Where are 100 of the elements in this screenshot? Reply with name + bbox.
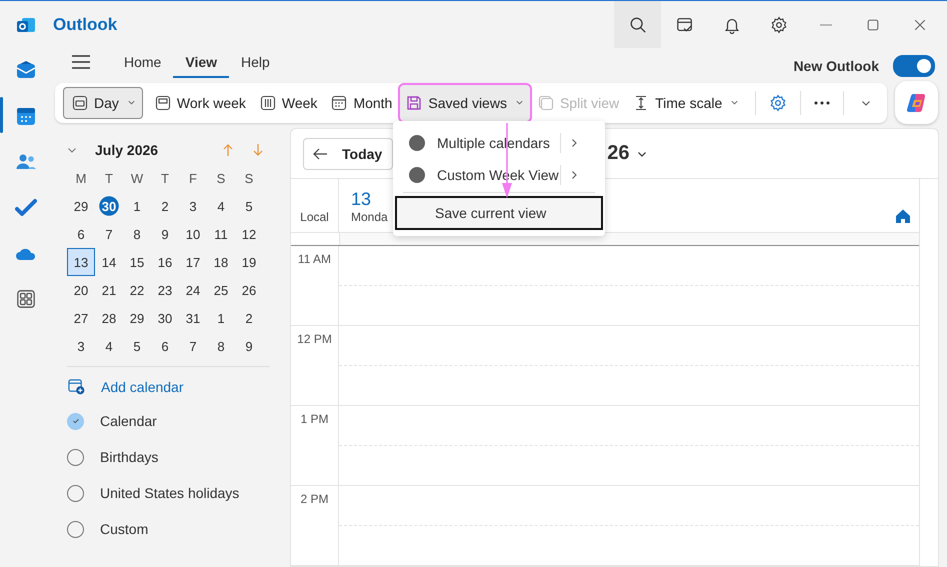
menu-icon[interactable] bbox=[72, 54, 90, 68]
calendar-name[interactable]: Custom bbox=[100, 521, 148, 537]
date-cell[interactable]: 17 bbox=[179, 248, 207, 276]
date-cell[interactable]: 29 bbox=[123, 304, 151, 332]
today-button[interactable]: Today bbox=[303, 138, 394, 170]
dot-icon bbox=[409, 167, 425, 183]
month-title[interactable]: July 2026 bbox=[95, 142, 158, 158]
menu-item[interactable]: Save current view bbox=[395, 196, 603, 230]
copilot-button[interactable] bbox=[895, 81, 938, 124]
day-view-icon bbox=[72, 94, 88, 110]
chevron-right-icon bbox=[569, 138, 579, 148]
calendar-checkbox[interactable] bbox=[67, 412, 84, 430]
calendar-name[interactable]: Calendar bbox=[100, 413, 157, 429]
date-cell[interactable]: 2 bbox=[151, 192, 179, 220]
weekday-label: W bbox=[130, 170, 144, 188]
date-cell[interactable]: 4 bbox=[95, 332, 123, 360]
date-cell[interactable]: 3 bbox=[179, 192, 207, 220]
date-cell[interactable]: 5 bbox=[235, 192, 263, 220]
date-cell[interactable]: 7 bbox=[95, 220, 123, 248]
settings-icon[interactable] bbox=[769, 94, 788, 112]
ribbon-tab[interactable]: Home bbox=[112, 54, 174, 78]
date-cell[interactable]: 20 bbox=[67, 276, 95, 304]
date-cell[interactable]: 26 bbox=[235, 276, 263, 304]
calendar-checkbox[interactable] bbox=[67, 448, 84, 466]
minimize-icon bbox=[820, 24, 832, 26]
date-cell[interactable]: 6 bbox=[151, 332, 179, 360]
date-cell[interactable]: 14 bbox=[95, 248, 123, 276]
split-view-icon bbox=[538, 94, 554, 110]
toolbar-button[interactable]: Day bbox=[63, 86, 143, 118]
calendar-icon[interactable] bbox=[15, 105, 37, 127]
date-cell[interactable]: 9 bbox=[235, 332, 263, 360]
mail-icon[interactable] bbox=[15, 59, 37, 81]
add-calendar-link[interactable]: Add calendar bbox=[101, 378, 184, 394]
apps-icon[interactable] bbox=[16, 289, 36, 309]
date-cell[interactable]: 1 bbox=[207, 304, 235, 332]
date-cell[interactable]: 15 bbox=[123, 248, 151, 276]
toolbar-button[interactable]: Month bbox=[325, 86, 398, 118]
date-cell[interactable]: 13 bbox=[67, 248, 95, 276]
date-cell[interactable]: 25 bbox=[207, 276, 235, 304]
new-outlook-label: New Outlook bbox=[793, 58, 879, 74]
date-cell[interactable]: 11 bbox=[207, 220, 235, 248]
day-number[interactable]: 13 bbox=[351, 189, 388, 210]
more-icon[interactable] bbox=[814, 100, 830, 104]
date-cell[interactable]: 8 bbox=[123, 220, 151, 248]
hour-label: 1 PM bbox=[300, 412, 328, 426]
home-icon[interactable] bbox=[895, 208, 911, 224]
toolbar-button[interactable]: Saved views bbox=[400, 84, 530, 120]
checkmark-icon[interactable] bbox=[15, 197, 37, 219]
date-cell[interactable]: 29 bbox=[67, 192, 95, 220]
date-cell[interactable]: 28 bbox=[95, 304, 123, 332]
date-cell[interactable]: 21 bbox=[95, 276, 123, 304]
date-cell[interactable]: 12 bbox=[235, 220, 263, 248]
date-cell[interactable]: 3 bbox=[67, 332, 95, 360]
hour-label: 2 PM bbox=[300, 492, 328, 506]
date-cell[interactable]: 22 bbox=[123, 276, 151, 304]
add-calendar-icon[interactable] bbox=[68, 378, 85, 395]
date-cell[interactable]: 18 bbox=[207, 248, 235, 276]
date-cell[interactable]: 7 bbox=[179, 332, 207, 360]
save-icon bbox=[406, 94, 422, 110]
ribbon-tab[interactable]: View bbox=[173, 54, 230, 78]
date-cell[interactable]: 8 bbox=[207, 332, 235, 360]
hour-label: 12 PM bbox=[297, 332, 332, 346]
date-cell[interactable]: 30 bbox=[151, 304, 179, 332]
arrow-left-icon bbox=[312, 146, 328, 162]
date-cell[interactable]: 23 bbox=[151, 276, 179, 304]
window-title: Outlook bbox=[53, 14, 118, 34]
date-title[interactable]: 26 bbox=[607, 142, 630, 165]
date-cell[interactable]: 16 bbox=[151, 248, 179, 276]
calendar-checkbox[interactable] bbox=[67, 520, 84, 538]
calendar-name[interactable]: United States holidays bbox=[100, 485, 240, 501]
toolbar-button[interactable]: Week bbox=[254, 86, 324, 118]
month-view-icon bbox=[331, 94, 348, 110]
work-week-icon bbox=[154, 94, 171, 110]
date-cell[interactable]: 24 bbox=[179, 276, 207, 304]
date-cell[interactable]: 4 bbox=[207, 192, 235, 220]
search-button[interactable] bbox=[614, 1, 661, 48]
weekday-label: S bbox=[216, 170, 226, 188]
date-cell[interactable]: 19 bbox=[235, 248, 263, 276]
date-cell[interactable]: 5 bbox=[123, 332, 151, 360]
calendar-name[interactable]: Birthdays bbox=[100, 449, 158, 465]
weekday-label: T bbox=[104, 170, 114, 188]
weekday-label: S bbox=[244, 170, 254, 188]
toolbar-button[interactable]: Time scale bbox=[627, 86, 746, 118]
toggle-switch[interactable] bbox=[893, 54, 935, 76]
date-cell[interactable]: 1 bbox=[123, 192, 151, 220]
date-cell[interactable]: 2 bbox=[235, 304, 263, 332]
chevron-right-icon bbox=[569, 170, 579, 180]
date-cell[interactable]: 9 bbox=[151, 220, 179, 248]
date-cell[interactable]: 27 bbox=[67, 304, 95, 332]
dot-icon bbox=[409, 135, 425, 151]
ribbon-tab[interactable]: Help bbox=[229, 54, 282, 78]
hour-label: 11 AM bbox=[298, 252, 332, 266]
date-cell[interactable]: 10 bbox=[179, 220, 207, 248]
week-view-icon bbox=[260, 94, 276, 110]
weekday-name: Monda bbox=[351, 210, 388, 224]
date-cell[interactable]: 6 bbox=[67, 220, 95, 248]
weekday-label: T bbox=[160, 170, 170, 188]
toolbar-button[interactable]: Work week bbox=[148, 86, 252, 118]
date-cell[interactable]: 31 bbox=[179, 304, 207, 332]
calendar-checkbox[interactable] bbox=[67, 484, 84, 502]
